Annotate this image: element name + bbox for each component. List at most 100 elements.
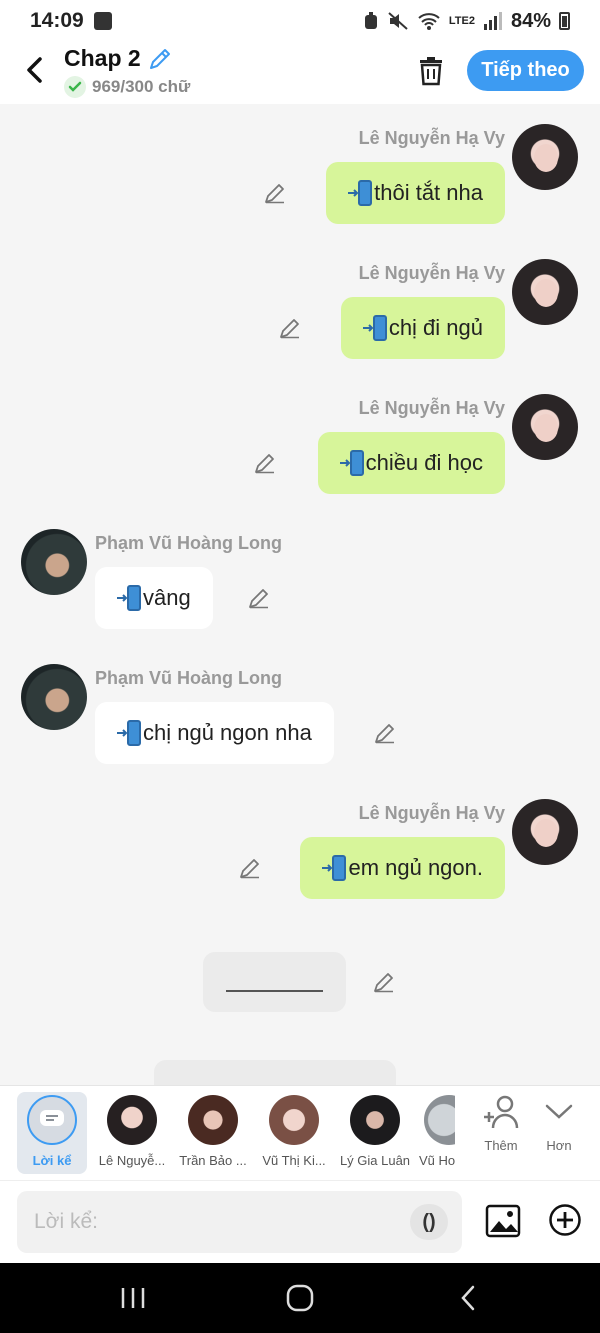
phone-arrow-icon — [322, 855, 347, 881]
title-row: Chap 2 — [64, 45, 190, 72]
message-bubble[interactable]: vâng — [95, 567, 213, 629]
avatar-hoang-long[interactable] — [21, 529, 87, 595]
avatar-hoang-long[interactable] — [21, 664, 87, 730]
message-text: chị ngủ ngon nha — [143, 720, 312, 745]
page-title: Chap 2 — [64, 45, 141, 71]
message-bubble[interactable]: thôi tắt nha — [326, 162, 505, 224]
message-bubble[interactable]: em ngủ ngon. — [300, 837, 505, 899]
chat-bubble-icon — [27, 1095, 77, 1145]
character-item[interactable]: Vũ Hoà — [419, 1092, 455, 1168]
parenthesis-button[interactable]: () — [410, 1204, 448, 1240]
add-label: Thêm — [484, 1138, 518, 1153]
sender-name: Lê Nguyễn Hạ Vy — [358, 263, 505, 283]
edit-message-icon[interactable] — [263, 181, 287, 205]
input-bar: () — [0, 1180, 600, 1263]
network-type: LTE2 — [448, 14, 475, 27]
chapter-title-area: Chap 2 969/300 chữ — [64, 45, 190, 98]
chat-area[interactable]: Lê Nguyễn Hạ Vy thôi tắt nha Lê Nguyễn H… — [0, 104, 600, 1085]
wifi-icon — [418, 13, 440, 30]
avatar-ha-vy[interactable] — [512, 799, 578, 865]
check-icon — [64, 76, 86, 98]
word-count-row: 969/300 chữ — [64, 76, 190, 98]
status-right: LTE2 84% — [363, 10, 570, 33]
message-text: chị đi ngủ — [388, 315, 483, 340]
message-bubble[interactable]: chị ngủ ngon nha — [95, 702, 334, 764]
home-icon — [286, 1284, 314, 1312]
avatar — [188, 1095, 238, 1145]
phone-arrow-icon — [117, 585, 141, 611]
back-button[interactable] — [20, 54, 48, 86]
alarm-icon — [364, 12, 377, 29]
edit-message-icon[interactable] — [373, 721, 397, 745]
message-bubble[interactable]: chị đi ngủ — [340, 297, 505, 359]
recent-apps-button[interactable] — [113, 1283, 153, 1313]
narration-bubble[interactable] — [154, 1060, 396, 1085]
more-label: Hơn — [546, 1138, 572, 1153]
avatar — [350, 1095, 400, 1145]
signal-icon — [483, 12, 502, 30]
character-item[interactable]: Vũ Thị Ki... — [257, 1092, 331, 1168]
sender-name: Lê Nguyễn Hạ Vy — [358, 398, 505, 418]
character-item[interactable]: Trần Bảo ... — [176, 1092, 250, 1168]
character-label: Lời kể — [32, 1153, 72, 1168]
sender-name: Phạm Vũ Hoàng Long — [95, 533, 282, 553]
home-button[interactable] — [280, 1283, 320, 1313]
delete-button[interactable] — [414, 54, 448, 88]
gallery-icon — [93, 12, 112, 30]
character-label: Lý Gia Luân — [339, 1153, 411, 1168]
character-item[interactable]: Lý Gia Luân — [338, 1092, 412, 1168]
message-text: thôi tắt nha — [374, 180, 483, 205]
trash-icon — [420, 57, 442, 86]
phone-arrow-icon — [348, 180, 373, 206]
battery-icon — [559, 12, 570, 30]
system-back-button[interactable] — [448, 1283, 488, 1313]
sender-name: Phạm Vũ Hoàng Long — [95, 668, 282, 688]
avatar — [107, 1095, 157, 1145]
avatar-ha-vy[interactable] — [512, 259, 578, 325]
message-bubble[interactable]: chiều đi học — [317, 432, 505, 494]
recent-apps-icon — [121, 1288, 145, 1308]
character-label: Vũ Hoà — [419, 1153, 455, 1168]
sender-name: Lê Nguyễn Hạ Vy — [358, 128, 505, 148]
more-button[interactable]: Hơn — [532, 1094, 586, 1153]
back-icon — [461, 1285, 475, 1311]
header: Chap 2 969/300 chữ Tiếp theo — [0, 42, 600, 104]
add-character-button[interactable]: Thêm — [474, 1094, 528, 1153]
sender-name: Lê Nguyễn Hạ Vy — [358, 803, 505, 823]
character-bar: Lời kể Lê Nguyễ... Trần Bảo ... Vũ Thị K… — [0, 1085, 600, 1180]
edit-message-icon[interactable] — [247, 586, 271, 610]
image-icon[interactable] — [485, 1203, 521, 1239]
avatar-ha-vy[interactable] — [512, 394, 578, 460]
status-time: 14:09 — [30, 9, 84, 32]
message-input-container: () — [17, 1191, 462, 1253]
plus-circle-icon[interactable] — [548, 1203, 582, 1237]
system-nav-bar — [0, 1263, 600, 1333]
edit-title-icon[interactable] — [147, 46, 173, 72]
edit-message-icon[interactable] — [278, 316, 302, 340]
message-text: em ngủ ngon. — [348, 855, 483, 880]
edit-message-icon[interactable] — [372, 970, 396, 994]
chevron-left-icon — [27, 57, 42, 83]
network-label: LTE2 — [448, 14, 475, 27]
message-input[interactable] — [34, 1210, 394, 1234]
character-narrator[interactable]: Lời kể — [17, 1092, 87, 1174]
avatar — [424, 1095, 455, 1145]
phone-arrow-icon — [117, 720, 141, 746]
status-left: 14:09 — [30, 9, 112, 33]
avatar-ha-vy[interactable] — [512, 124, 578, 190]
character-label: Vũ Thị Ki... — [262, 1153, 326, 1168]
message-text: vâng — [143, 585, 191, 610]
message-text: chiều đi học — [365, 450, 483, 475]
phone-arrow-icon — [339, 450, 364, 476]
next-button[interactable]: Tiếp theo — [467, 50, 584, 91]
chevron-down-icon — [545, 1104, 573, 1119]
character-item[interactable]: Lê Nguyễ... — [95, 1092, 169, 1168]
add-person-icon — [484, 1095, 519, 1129]
edit-message-icon[interactable] — [238, 856, 262, 880]
character-label: Lê Nguyễ... — [98, 1153, 166, 1168]
battery-percent: 84% — [510, 9, 551, 32]
phone-arrow-icon — [362, 315, 387, 341]
avatar — [269, 1095, 319, 1145]
narration-bubble[interactable] — [203, 952, 346, 1012]
edit-message-icon[interactable] — [253, 451, 277, 475]
